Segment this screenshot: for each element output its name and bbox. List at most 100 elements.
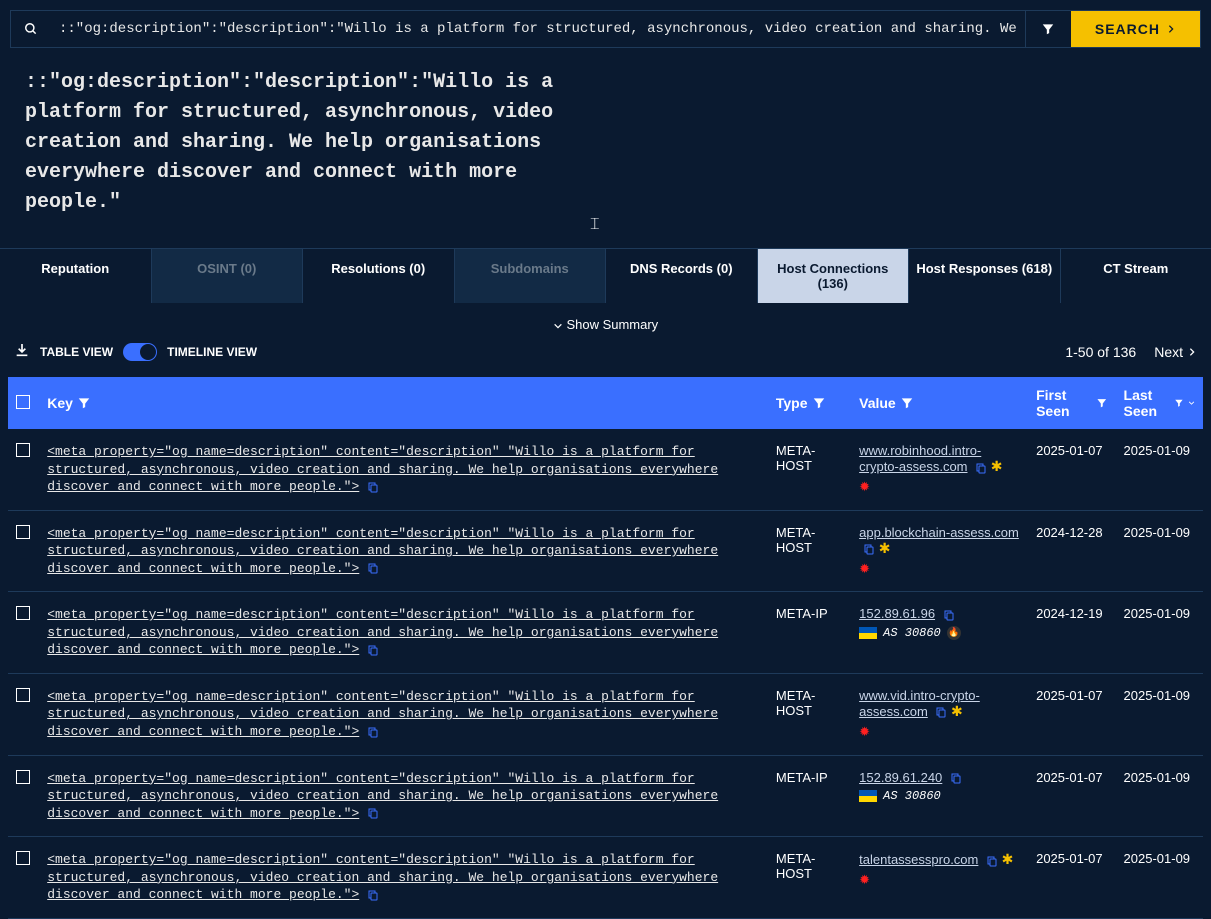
type-cell: META-IP — [768, 592, 851, 674]
first-seen: 2025-01-07 — [1028, 429, 1115, 510]
value-link[interactable]: talentassesspro.com — [859, 852, 978, 867]
row-checkbox[interactable] — [16, 443, 30, 457]
table-row: <meta property="og name=description" con… — [8, 429, 1203, 510]
fire-icon: 🔥 — [947, 626, 961, 640]
search-input[interactable] — [51, 11, 1025, 47]
table-view-label: TABLE VIEW — [40, 345, 113, 359]
copy-icon[interactable] — [935, 705, 947, 719]
select-all-checkbox[interactable] — [16, 395, 30, 409]
key-link[interactable]: <meta property="og name=description" con… — [47, 526, 718, 576]
show-summary-label: Show Summary — [566, 317, 658, 332]
timeline-view-label: TIMELINE VIEW — [167, 345, 257, 359]
key-link[interactable]: <meta property="og name=description" con… — [47, 607, 718, 657]
row-checkbox[interactable] — [16, 770, 30, 784]
type-cell: META-HOST — [768, 837, 851, 919]
tab-subdomains[interactable]: Subdomains — [455, 249, 607, 303]
last-seen: 2025-01-09 — [1116, 510, 1203, 592]
tab-osint-0-[interactable]: OSINT (0) — [152, 249, 304, 303]
value-link[interactable]: app.blockchain-assess.com — [859, 525, 1019, 540]
tabs: ReputationOSINT (0)Resolutions (0)Subdom… — [0, 248, 1211, 303]
col-key[interactable]: Key — [47, 395, 73, 411]
copy-icon[interactable] — [975, 461, 987, 475]
row-checkbox[interactable] — [16, 851, 30, 865]
first-seen: 2025-01-07 — [1028, 673, 1115, 755]
copy-icon[interactable] — [950, 771, 962, 785]
filter-icon[interactable] — [1174, 396, 1184, 410]
star-icon: ✱ — [951, 703, 963, 719]
key-link[interactable]: <meta property="og name=description" con… — [47, 689, 718, 739]
as-label: AS 30860 — [883, 626, 941, 640]
next-page-button[interactable]: Next — [1154, 344, 1197, 360]
tab-host-responses-618-[interactable]: Host Responses (618) — [909, 249, 1061, 303]
search-button-label: SEARCH — [1095, 21, 1160, 37]
copy-icon[interactable] — [367, 561, 379, 575]
col-value[interactable]: Value — [859, 395, 896, 411]
key-link[interactable]: <meta property="og name=description" con… — [47, 852, 718, 902]
virus-icon: ✹ — [859, 561, 870, 577]
flag-ua-icon — [859, 790, 877, 802]
copy-icon[interactable] — [863, 542, 875, 556]
tab-reputation[interactable]: Reputation — [0, 249, 152, 303]
first-seen: 2025-01-07 — [1028, 837, 1115, 919]
copy-icon[interactable] — [367, 806, 379, 820]
search-button[interactable]: SEARCH — [1071, 11, 1200, 47]
table-row: <meta property="og name=description" con… — [8, 673, 1203, 755]
last-seen: 2025-01-09 — [1116, 592, 1203, 674]
type-cell: META-HOST — [768, 673, 851, 755]
copy-icon[interactable] — [367, 888, 379, 902]
copy-icon[interactable] — [367, 643, 379, 657]
last-seen: 2025-01-09 — [1116, 755, 1203, 837]
next-label: Next — [1154, 344, 1183, 360]
value-link[interactable]: www.robinhood.intro-crypto-assess.com — [859, 443, 981, 474]
search-bar: SEARCH — [10, 10, 1201, 48]
table-row: <meta property="og name=description" con… — [8, 592, 1203, 674]
filter-icon[interactable] — [77, 396, 91, 410]
value-link[interactable]: 152.89.61.240 — [859, 770, 942, 785]
view-toggle[interactable] — [123, 343, 157, 361]
virus-icon: ✹ — [859, 872, 870, 888]
star-icon: ✱ — [879, 540, 891, 556]
star-icon: ✱ — [1002, 851, 1014, 867]
col-first-seen[interactable]: First Seen — [1036, 387, 1092, 419]
download-icon[interactable] — [14, 342, 30, 361]
table-row: <meta property="og name=description" con… — [8, 755, 1203, 837]
virus-icon: ✹ — [859, 724, 870, 740]
results-table: Key Type Value First Seen Last Seen <met… — [8, 377, 1203, 919]
text-cursor-icon: ⌶ — [590, 216, 600, 234]
row-checkbox[interactable] — [16, 525, 30, 539]
type-cell: META-IP — [768, 755, 851, 837]
query-display: ::"og:description":"description":"Willo … — [25, 68, 585, 218]
first-seen: 2024-12-28 — [1028, 510, 1115, 592]
value-link[interactable]: 152.89.61.96 — [859, 606, 935, 621]
filter-icon[interactable] — [812, 396, 826, 410]
tab-resolutions-0-[interactable]: Resolutions (0) — [303, 249, 455, 303]
copy-icon[interactable] — [367, 725, 379, 739]
last-seen: 2025-01-09 — [1116, 837, 1203, 919]
row-checkbox[interactable] — [16, 688, 30, 702]
tab-dns-records-0-[interactable]: DNS Records (0) — [606, 249, 758, 303]
show-summary-toggle[interactable]: Show Summary — [0, 311, 1211, 338]
first-seen: 2024-12-19 — [1028, 592, 1115, 674]
filter-button[interactable] — [1025, 11, 1071, 47]
last-seen: 2025-01-09 — [1116, 673, 1203, 755]
row-checkbox[interactable] — [16, 606, 30, 620]
search-icon — [11, 11, 51, 47]
tab-ct-stream[interactable]: CT Stream — [1061, 249, 1211, 303]
copy-icon[interactable] — [367, 480, 379, 494]
table-row: <meta property="og name=description" con… — [8, 510, 1203, 592]
copy-icon[interactable] — [986, 854, 998, 868]
filter-icon[interactable] — [900, 396, 914, 410]
key-link[interactable]: <meta property="og name=description" con… — [47, 771, 718, 821]
col-type[interactable]: Type — [776, 395, 808, 411]
last-seen: 2025-01-09 — [1116, 429, 1203, 510]
key-link[interactable]: <meta property="og name=description" con… — [47, 444, 718, 494]
type-cell: META-HOST — [768, 510, 851, 592]
virus-icon: ✹ — [859, 479, 870, 495]
sort-desc-icon[interactable] — [1188, 398, 1195, 408]
col-last-seen[interactable]: Last Seen — [1124, 387, 1171, 419]
copy-icon[interactable] — [943, 608, 955, 622]
filter-icon[interactable] — [1096, 396, 1108, 410]
flag-ua-icon — [859, 627, 877, 639]
tab-host-connections-136-[interactable]: Host Connections (136) — [758, 249, 910, 303]
as-label: AS 30860 — [883, 789, 941, 803]
